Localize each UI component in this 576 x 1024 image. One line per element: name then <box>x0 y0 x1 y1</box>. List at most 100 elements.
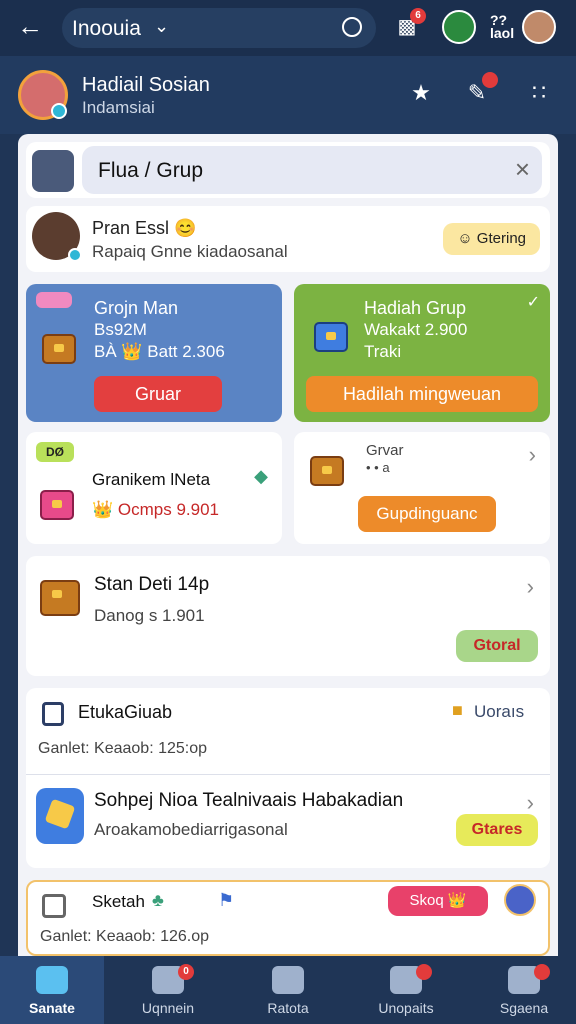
shop-button[interactable]: Skoq 👑 <box>388 886 488 916</box>
chevron-right-icon[interactable]: › <box>527 574 534 600</box>
group-tile[interactable]: Grojn Man Bs92M BÀ 👑 Batt 2.306 Gruar <box>26 284 282 422</box>
tab-profile[interactable]: Sgaena <box>472 956 576 1024</box>
online-dot-icon <box>51 103 67 119</box>
main-sheet: Flua / Grup × Pran Essl 😊 Rapaiq Gnne ki… <box>18 134 558 956</box>
sheet-header: Flua / Grup × <box>26 142 550 198</box>
row-sub: Aroakamobediarrigasonal <box>94 820 288 839</box>
tile-title: Grvar <box>366 442 404 459</box>
tab-label: Unopaits <box>378 1000 434 1016</box>
tile-line: Traki <box>364 342 402 361</box>
profile-header: Hadiail Sosian Indamsiai ★ ✎ ∷ <box>0 56 576 134</box>
card-sub: Ganlet: Keaaob: 126.op <box>40 928 210 945</box>
friend-card[interactable]: Pran Essl 😊 Rapaiq Gnne kiadaosanal ☺ Gt… <box>26 206 550 272</box>
frame-icon <box>42 894 66 918</box>
chevron-right-icon[interactable]: › <box>527 790 534 816</box>
reward-tile[interactable]: Hadiah Grup Wakakt 2.900 Traki ✓ Hadilah… <box>294 284 550 422</box>
star-icon[interactable]: ★ <box>406 78 436 108</box>
qr-label: ?? laol <box>490 12 515 41</box>
avatar <box>504 884 536 916</box>
notification-badge: 0 <box>178 964 194 980</box>
title-pill: Flua / Grup × <box>82 146 542 194</box>
tab-label: Uqnnein <box>141 1000 195 1016</box>
card-sub: Danog s 1.901 <box>94 606 205 625</box>
rank-tile[interactable]: DØ Granikem lNeta 👑 Ocmps 9.901 ◆ <box>26 432 282 544</box>
avatar <box>32 150 74 192</box>
search-pill[interactable]: Inoouia ⌄ <box>62 8 376 48</box>
online-dot-icon <box>68 248 82 262</box>
friend-subtitle: Rapaiq Gnne kiadaosanal <box>92 242 288 261</box>
gem-icon: ◆ <box>254 466 268 486</box>
tile-line: BÀ 👑 Batt 2.306 <box>94 342 225 361</box>
tab-label: Sgaena <box>499 1000 549 1016</box>
profile-name: Hadiail Sosian <box>82 74 210 96</box>
tab-home[interactable]: Sanate <box>0 956 104 1024</box>
page-title: Flua / Grup <box>98 159 204 182</box>
flag-icon: ⚑ <box>218 890 235 910</box>
gift-icon <box>40 490 74 520</box>
tile-sub: • • a <box>366 460 390 475</box>
check-icon: ✓ <box>526 294 540 311</box>
total-button[interactable]: Gtoral <box>456 630 538 662</box>
app-icon <box>36 788 84 844</box>
tag-icon: ♣ <box>152 890 164 910</box>
image-icon <box>272 966 304 994</box>
row-right[interactable]: Uoraıs <box>474 702 524 722</box>
sketch-card[interactable]: Sketah ♣ ⚑ Skoq 👑 Ganlet: Keaaob: 126.op <box>26 880 550 956</box>
tile-sub: 👑 Ocmps 9.901 <box>92 500 219 519</box>
chevron-right-icon[interactable]: › <box>529 442 536 468</box>
avatar <box>32 212 82 262</box>
group-list-card: EtukaGiuab Uoraıs ■ Ganlet: Keaaob: 125:… <box>26 688 550 868</box>
bottom-tab-bar: Sanate 0 Uqnnein Ratota Unopaits Sgaena <box>0 956 576 1024</box>
notification-badge <box>534 964 550 980</box>
notification-badge <box>482 72 498 88</box>
edit-icon[interactable]: ✎ <box>462 72 498 108</box>
group-button[interactable]: Gruar <box>94 376 222 412</box>
box-icon: ■ <box>452 700 463 720</box>
friend-name: Pran Essl 😊 <box>92 218 197 238</box>
network-icon[interactable]: ∷ <box>524 78 554 108</box>
tab-updates[interactable]: 0 Uqnnein <box>116 956 220 1024</box>
chest-icon <box>310 456 344 486</box>
search-icon[interactable] <box>342 17 362 37</box>
card-title: Sketah <box>92 892 145 911</box>
upgrade-button[interactable]: Gupdinguanc <box>358 496 496 532</box>
tab-label: Ratota <box>267 1000 309 1016</box>
store-icon[interactable]: ▩ 6 <box>392 8 426 42</box>
tile-line: Wakakt 2.900 <box>364 320 468 339</box>
stars-button[interactable]: Gtares <box>456 814 538 846</box>
group-badge-icon <box>36 292 72 308</box>
tab-photos[interactable]: Ratota <box>236 956 340 1024</box>
tile-line: Bs92M <box>94 320 147 339</box>
row-title: Sohpej Nioa Tealnivaais Habakadian <box>94 790 404 811</box>
notification-badge: 6 <box>410 8 426 24</box>
tile-title: Granikem lNeta <box>92 470 211 489</box>
tile-title: Hadiah Grup <box>364 298 467 318</box>
row-title: EtukaGiuab <box>78 702 173 722</box>
tile-title: Grojn Man <box>94 298 179 318</box>
top-bar: ← Inoouia ⌄ ▩ 6 ?? laol <box>0 0 576 56</box>
level-card[interactable]: Stan Deti 14p Danog s 1.901 › Gtoral <box>26 556 550 676</box>
store-tile[interactable]: Grvar • • a › Gupdinguanc <box>294 432 550 544</box>
rank-badge: DØ <box>36 442 74 462</box>
profile-subtitle: Indamsiai <box>82 98 155 117</box>
chevron-down-icon: ⌄ <box>154 16 170 36</box>
lock-icon <box>42 702 64 726</box>
chest-icon <box>314 322 348 352</box>
chest-icon <box>42 334 76 364</box>
back-arrow-icon[interactable]: ← <box>14 10 46 42</box>
home-icon <box>36 966 68 994</box>
avatar[interactable] <box>18 70 68 120</box>
avatar[interactable] <box>442 10 476 44</box>
weekly-reward-button[interactable]: Hadilah mingweuan <box>306 376 538 412</box>
card-title: Stan Deti 14p <box>94 574 210 595</box>
avatar[interactable] <box>522 10 556 44</box>
notification-badge <box>416 964 432 980</box>
row-sub: Ganlet: Keaaob: 125:op <box>38 740 208 757</box>
tab-groups[interactable]: Unopaits <box>354 956 458 1024</box>
tab-label: Sanate <box>29 1000 75 1016</box>
greeting-button[interactable]: ☺ Gtering <box>443 223 540 255</box>
search-text: Inoouia <box>72 17 141 40</box>
chest-icon <box>40 580 80 616</box>
close-icon[interactable]: × <box>515 154 530 185</box>
divider <box>26 774 550 775</box>
